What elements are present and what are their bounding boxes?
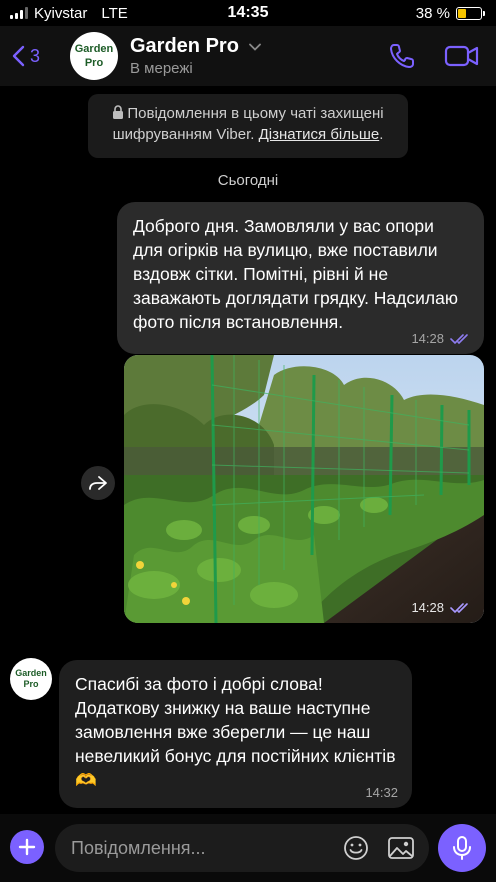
back-button[interactable]: 3 bbox=[10, 44, 70, 68]
message-time: 14:28 bbox=[411, 331, 444, 346]
message-composer bbox=[0, 814, 496, 882]
double-check-icon bbox=[450, 333, 468, 344]
clock: 14:35 bbox=[227, 4, 269, 21]
attach-plus-button[interactable] bbox=[10, 830, 44, 864]
contact-info[interactable]: Garden Pro В мережі bbox=[130, 35, 388, 77]
chat-header: 3 Garden Pro Garden Pro В мережі bbox=[0, 26, 496, 86]
message-time: 14:32 bbox=[365, 785, 398, 800]
message-time: 14:28 bbox=[411, 600, 444, 615]
avatar-text-line1: Garden bbox=[15, 668, 47, 678]
forward-arrow-icon bbox=[89, 476, 107, 490]
unread-count: 3 bbox=[30, 45, 41, 66]
logo-text-line1: Garden bbox=[74, 43, 114, 55]
signal-icon bbox=[10, 7, 28, 19]
chat-area[interactable]: Повідомлення в цьому чаті захищені шифру… bbox=[0, 86, 496, 814]
battery-percent: 38 % bbox=[415, 4, 450, 22]
day-separator: Сьогодні bbox=[217, 172, 279, 189]
carrier-name: Kyivstar bbox=[34, 4, 88, 22]
forward-button[interactable] bbox=[81, 466, 115, 500]
encryption-notice: Повідомлення в цьому чаті захищені шифру… bbox=[88, 94, 408, 158]
contact-name: Garden Pro bbox=[130, 35, 239, 57]
voice-message-button[interactable] bbox=[438, 824, 486, 872]
plus-icon bbox=[18, 838, 36, 856]
sender-avatar[interactable]: Garden Pro bbox=[10, 658, 52, 700]
encryption-dot: . bbox=[379, 126, 384, 143]
battery-icon bbox=[456, 6, 485, 20]
learn-more-link[interactable]: Дізнатися більше bbox=[259, 126, 380, 143]
contact-status: В мережі bbox=[130, 60, 193, 77]
outgoing-message[interactable]: Доброго дня. Замовляли у вас опори для о… bbox=[117, 202, 484, 354]
contact-avatar[interactable]: Garden Pro bbox=[70, 32, 118, 80]
garden-photo bbox=[124, 355, 484, 623]
avatar-text-line2: Pro bbox=[23, 679, 39, 689]
chevron-left-icon bbox=[12, 45, 25, 67]
video-call-icon[interactable] bbox=[444, 43, 480, 69]
photo-message[interactable]: 14:28 bbox=[124, 355, 484, 623]
incoming-message[interactable]: Спасибі за фото і добрі слова! Додаткову… bbox=[59, 660, 412, 808]
message-text: Спасибі за фото і добрі слова! Додаткову… bbox=[75, 674, 396, 790]
microphone-icon bbox=[453, 836, 471, 860]
emoji-icon[interactable] bbox=[343, 835, 369, 861]
network-type: LTE bbox=[101, 4, 128, 22]
double-check-icon bbox=[450, 602, 468, 613]
message-input-wrapper bbox=[55, 824, 429, 872]
gallery-icon[interactable] bbox=[387, 836, 415, 860]
phone-call-icon[interactable] bbox=[388, 42, 416, 70]
message-text: Доброго дня. Замовляли у вас опори для о… bbox=[133, 216, 458, 332]
message-input[interactable] bbox=[71, 824, 331, 872]
chevron-down-icon bbox=[249, 43, 261, 51]
lock-icon bbox=[113, 105, 124, 119]
logo-text-line2: Pro bbox=[84, 57, 104, 69]
status-bar: Kyivstar LTE 14:35 38 % bbox=[0, 0, 496, 26]
